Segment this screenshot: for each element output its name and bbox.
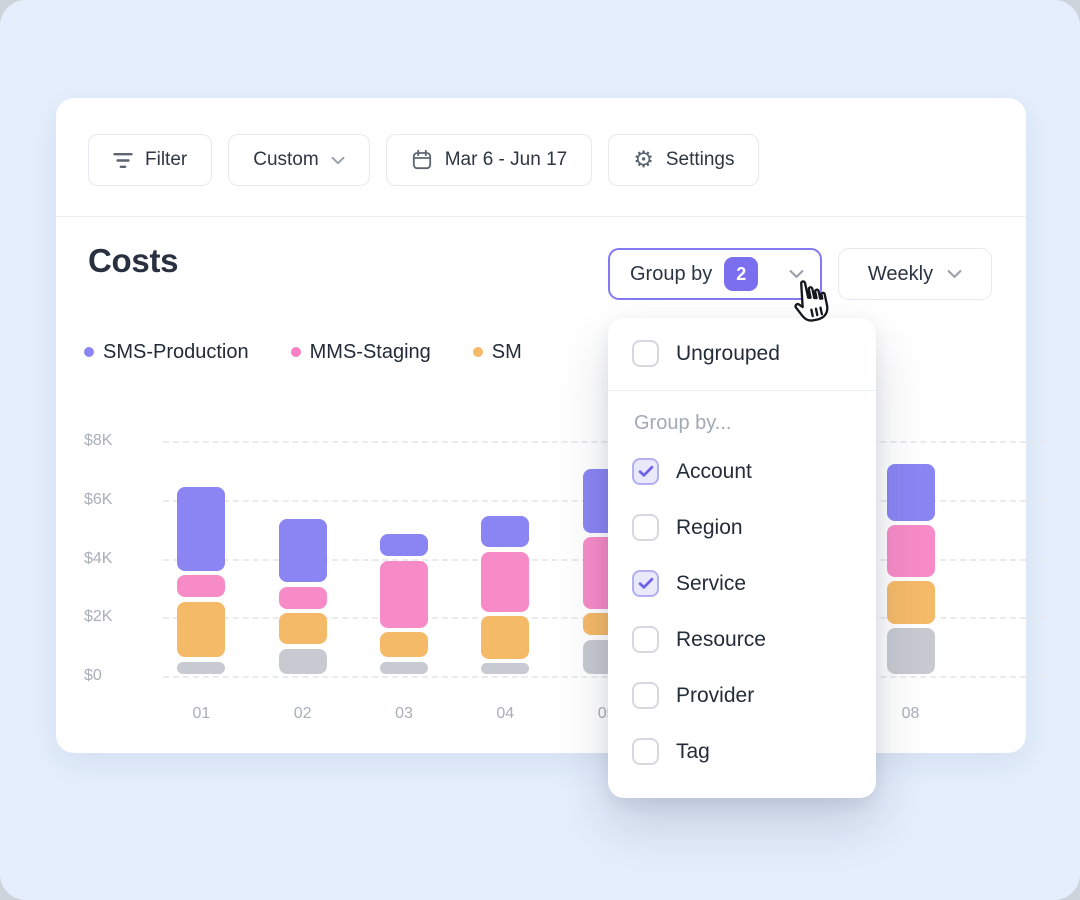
bar-segment[interactable] (177, 662, 225, 674)
costs-panel: Filter Custom Mar 6 - Jun 17 ⚙ Settings … (56, 98, 1026, 753)
menu-item-label: Tag (676, 740, 710, 764)
bar-segment[interactable] (380, 662, 428, 674)
bar-segment[interactable] (177, 575, 225, 597)
app-background: Filter Custom Mar 6 - Jun 17 ⚙ Settings … (0, 0, 1080, 900)
bar-segment[interactable] (380, 534, 428, 556)
bar-segment[interactable] (481, 616, 529, 659)
bar-segment[interactable] (887, 628, 935, 673)
menu-item-label: Service (676, 572, 746, 596)
y-axis-tick-label: $8K (84, 431, 154, 451)
y-axis-tick-label: $4K (84, 549, 154, 569)
bar-segment[interactable] (481, 663, 529, 673)
y-axis-tick-label: $2K (84, 607, 154, 627)
menu-item-label: Resource (676, 628, 766, 652)
bar-segment[interactable] (279, 519, 327, 582)
menu-item-tag[interactable]: Tag (632, 738, 710, 765)
menu-item-resource[interactable]: Resource (632, 626, 766, 653)
menu-item-account[interactable]: Account (632, 458, 752, 485)
x-axis-tick-label: 01 (166, 705, 236, 723)
resource-checkbox[interactable] (632, 626, 659, 653)
tag-checkbox[interactable] (632, 738, 659, 765)
bar-segment[interactable] (279, 649, 327, 674)
stacked-bar-chart: $8K$6K$4K$2K$00102030405060708 (56, 98, 1026, 753)
y-axis-tick-label: $0 (84, 666, 154, 686)
bar-segment[interactable] (279, 587, 327, 609)
menu-divider (608, 390, 876, 391)
bar-segment[interactable] (279, 613, 327, 644)
gridline (163, 676, 1046, 678)
bar-segment[interactable] (887, 581, 935, 624)
group-by-section-label: Group by... (634, 412, 731, 435)
menu-item-label: Region (676, 516, 743, 540)
service-checkbox[interactable] (632, 570, 659, 597)
menu-item-ungrouped[interactable]: Ungrouped (632, 340, 780, 367)
bar-segment[interactable] (887, 464, 935, 521)
menu-item-provider[interactable]: Provider (632, 682, 754, 709)
account-checkbox[interactable] (632, 458, 659, 485)
provider-checkbox[interactable] (632, 682, 659, 709)
bar-segment[interactable] (481, 516, 529, 547)
x-axis-tick-label: 08 (876, 705, 946, 723)
menu-item-region[interactable]: Region (632, 514, 743, 541)
x-axis-tick-label: 02 (268, 705, 338, 723)
ungrouped-checkbox[interactable] (632, 340, 659, 367)
x-axis-tick-label: 04 (470, 705, 540, 723)
x-axis-tick-label: 03 (369, 705, 439, 723)
bar-segment[interactable] (177, 487, 225, 571)
bar-segment[interactable] (481, 552, 529, 612)
bar-segment[interactable] (380, 632, 428, 657)
menu-item-label: Account (676, 460, 752, 484)
gridline (163, 441, 1046, 443)
y-axis-tick-label: $6K (84, 490, 154, 510)
bar-segment[interactable] (177, 602, 225, 658)
menu-item-label: Provider (676, 684, 754, 708)
group-by-dropdown-menu: Ungrouped Group by... Account Region Servi… (608, 318, 876, 798)
region-checkbox[interactable] (632, 514, 659, 541)
bar-segment[interactable] (887, 525, 935, 576)
ungrouped-label: Ungrouped (676, 342, 780, 366)
bar-segment[interactable] (380, 561, 428, 628)
menu-item-service[interactable]: Service (632, 570, 746, 597)
